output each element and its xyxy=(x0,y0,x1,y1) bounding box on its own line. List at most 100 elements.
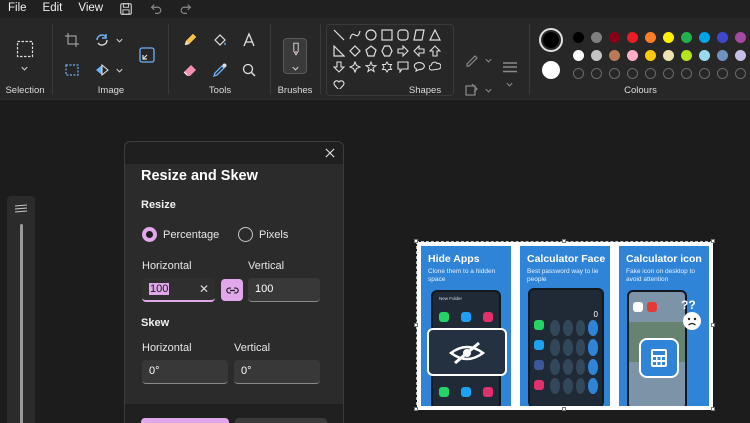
colour-swatch[interactable] xyxy=(627,50,638,61)
resize-icon[interactable] xyxy=(136,44,158,66)
left-arrow-shape-icon[interactable] xyxy=(413,44,427,59)
right-arrow-shape-icon[interactable] xyxy=(397,44,411,59)
rectangular-callout-shape-icon[interactable] xyxy=(397,61,411,75)
chevron-down-icon[interactable] xyxy=(20,64,30,74)
outline-icon[interactable] xyxy=(462,50,482,70)
pixels-radio[interactable] xyxy=(238,227,253,242)
custom-colour-slot[interactable] xyxy=(663,68,674,79)
rounded-rectangle-shape-icon[interactable] xyxy=(397,29,411,43)
custom-colour-slot[interactable] xyxy=(699,68,710,79)
colour-swatch[interactable] xyxy=(735,50,746,61)
menu-edit[interactable]: Edit xyxy=(35,0,71,18)
colour-swatch[interactable] xyxy=(591,32,602,43)
colour-swatch[interactable] xyxy=(717,32,728,43)
close-icon[interactable] xyxy=(323,146,337,160)
skew-horizontal-input[interactable]: 0° xyxy=(142,360,228,384)
horizontal-input[interactable]: 100 ✕ xyxy=(142,278,215,302)
eraser-icon[interactable] xyxy=(180,60,200,80)
flip-icon[interactable] xyxy=(92,60,112,80)
resize-handle[interactable] xyxy=(711,239,715,243)
line-shape-icon[interactable] xyxy=(333,29,347,43)
custom-colour-slot[interactable] xyxy=(645,68,656,79)
pentagon-shape-icon[interactable] xyxy=(365,45,379,59)
undo-icon[interactable] xyxy=(141,0,171,18)
custom-colour-slot[interactable] xyxy=(591,68,602,79)
colour-swatch[interactable] xyxy=(591,50,602,61)
colour-swatch[interactable] xyxy=(663,50,674,61)
colour-swatch[interactable] xyxy=(663,32,674,43)
colour-swatch[interactable] xyxy=(645,32,656,43)
rectangle-shape-icon[interactable] xyxy=(381,29,395,43)
select-image-icon[interactable] xyxy=(62,60,82,80)
rotate-icon[interactable] xyxy=(92,30,112,50)
menu-view[interactable]: View xyxy=(70,0,111,18)
colour-swatch[interactable] xyxy=(627,32,638,43)
colour-swatch[interactable] xyxy=(609,50,620,61)
pencil-icon[interactable] xyxy=(180,30,200,50)
colour-swatch[interactable] xyxy=(699,32,710,43)
menu-file[interactable]: File xyxy=(0,0,35,18)
five-point-star-shape-icon[interactable] xyxy=(364,60,379,75)
colour-swatch[interactable] xyxy=(735,32,746,43)
cancel-button[interactable] xyxy=(235,418,327,423)
chevron-down-icon[interactable] xyxy=(115,66,125,76)
colour-swatch[interactable] xyxy=(645,50,656,61)
magnifier-icon[interactable] xyxy=(239,60,259,80)
triangle-shape-icon[interactable] xyxy=(429,28,443,43)
colour-swatch[interactable] xyxy=(699,50,710,61)
diamond-shape-icon[interactable] xyxy=(349,45,363,59)
colour-swatch[interactable] xyxy=(717,50,728,61)
down-arrow-shape-icon[interactable] xyxy=(332,61,347,75)
custom-colour-slot[interactable] xyxy=(681,68,692,79)
chevron-down-icon[interactable] xyxy=(115,36,125,46)
hexagon-shape-icon[interactable] xyxy=(381,45,395,59)
vertical-input[interactable]: 100 xyxy=(248,278,320,302)
chevron-down-icon[interactable] xyxy=(484,86,494,96)
secondary-colour[interactable] xyxy=(542,61,560,79)
colour-swatch[interactable] xyxy=(681,32,692,43)
colour-swatch[interactable] xyxy=(681,50,692,61)
resize-handle[interactable] xyxy=(414,239,418,243)
custom-colour-slot[interactable] xyxy=(609,68,620,79)
resize-handle[interactable] xyxy=(711,323,715,327)
stroke-size-icon[interactable] xyxy=(500,58,520,78)
maintain-aspect-ratio-toggle[interactable] xyxy=(221,279,243,301)
resize-handle[interactable] xyxy=(562,239,566,243)
percentage-radio[interactable] xyxy=(142,227,157,242)
custom-colour-slot[interactable] xyxy=(735,68,746,79)
color-picker-icon[interactable] xyxy=(210,60,230,80)
primary-colour[interactable] xyxy=(539,28,563,52)
text-icon[interactable] xyxy=(239,30,259,50)
chevron-down-icon[interactable] xyxy=(505,80,515,90)
custom-colour-slot[interactable] xyxy=(627,68,638,79)
resize-handle[interactable] xyxy=(711,407,715,411)
resize-handle[interactable] xyxy=(414,407,418,411)
oval-callout-shape-icon[interactable] xyxy=(413,61,427,75)
shape-fill-icon[interactable] xyxy=(462,80,482,100)
brush-size-slider[interactable] xyxy=(20,224,23,423)
oval-shape-icon[interactable] xyxy=(365,29,379,43)
resize-handle[interactable] xyxy=(562,407,566,411)
resize-handle[interactable] xyxy=(414,323,418,327)
redo-icon[interactable] xyxy=(171,0,201,18)
curve-shape-icon[interactable] xyxy=(349,29,363,43)
six-point-star-shape-icon[interactable] xyxy=(381,61,395,75)
clear-icon[interactable]: ✕ xyxy=(199,278,209,301)
menu-icon[interactable] xyxy=(14,204,28,214)
save-icon[interactable] xyxy=(111,0,141,18)
custom-colour-slot[interactable] xyxy=(717,68,728,79)
polygon-shape-icon[interactable] xyxy=(413,29,427,43)
cloud-callout-shape-icon[interactable] xyxy=(428,61,443,75)
skew-vertical-input[interactable]: 0° xyxy=(234,360,320,384)
colour-swatch[interactable] xyxy=(609,32,620,43)
crop-icon[interactable] xyxy=(62,30,82,50)
colour-swatch[interactable] xyxy=(573,32,584,43)
canvas-image[interactable]: Hide Apps Clone them to a hidden space N… xyxy=(417,242,713,410)
right-triangle-shape-icon[interactable] xyxy=(333,44,347,59)
custom-colour-slot[interactable] xyxy=(573,68,584,79)
fill-icon[interactable] xyxy=(210,30,230,50)
ok-button[interactable] xyxy=(141,418,229,423)
heart-shape-icon[interactable] xyxy=(333,79,347,89)
up-arrow-shape-icon[interactable] xyxy=(428,45,443,59)
selection-icon[interactable] xyxy=(14,38,36,60)
